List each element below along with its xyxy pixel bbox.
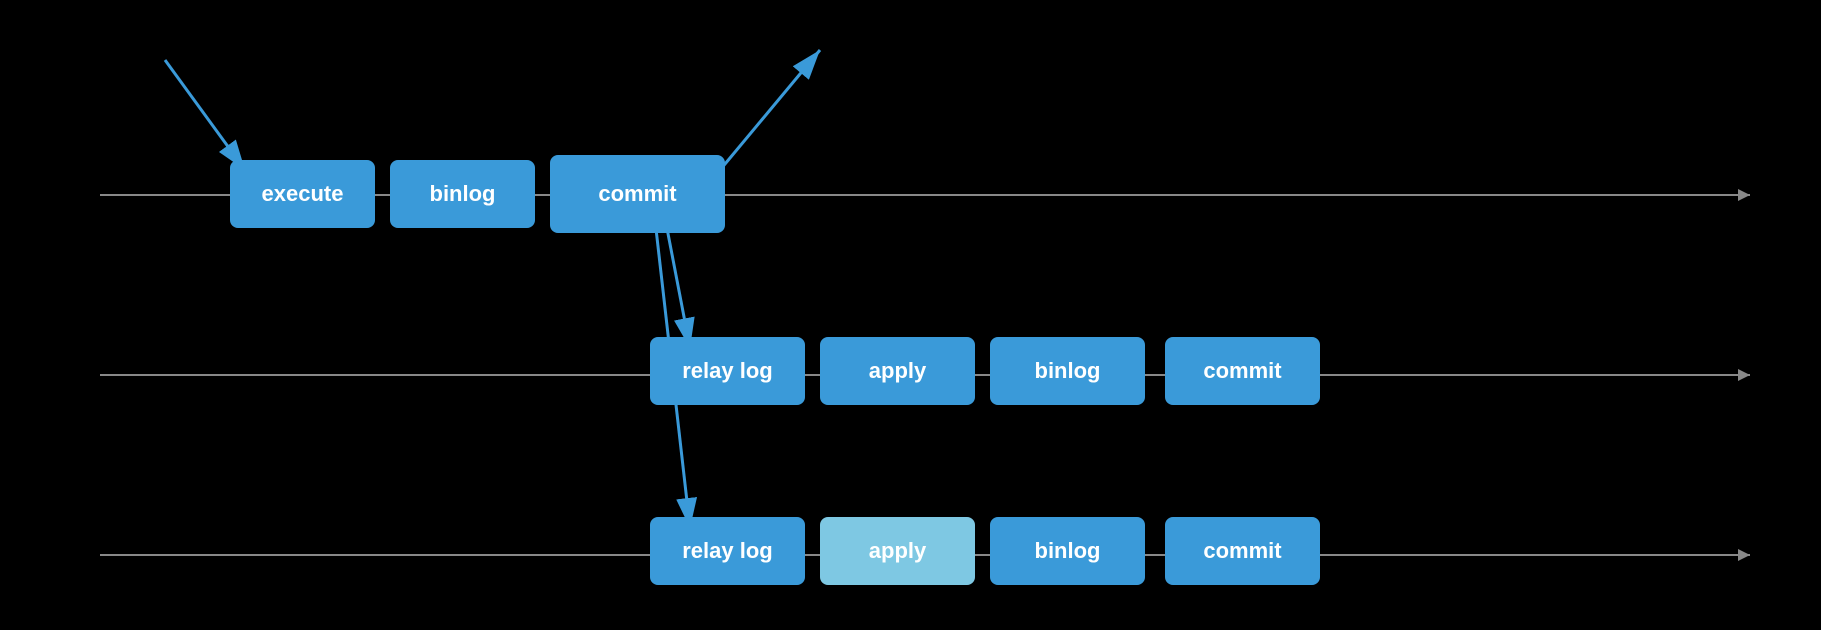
binlog-1-box: binlog bbox=[990, 337, 1145, 405]
apply-2-box: apply bbox=[820, 517, 975, 585]
binlog-2-box: binlog bbox=[990, 517, 1145, 585]
relay-log-2-box: relay log bbox=[650, 517, 805, 585]
apply-1-box: apply bbox=[820, 337, 975, 405]
execute-box: execute bbox=[230, 160, 375, 228]
commit-master-box: commit bbox=[550, 155, 725, 233]
commit-2-box: commit bbox=[1165, 517, 1320, 585]
relay-log-1-box: relay log bbox=[650, 337, 805, 405]
binlog-master-box: binlog bbox=[390, 160, 535, 228]
commit-1-box: commit bbox=[1165, 337, 1320, 405]
